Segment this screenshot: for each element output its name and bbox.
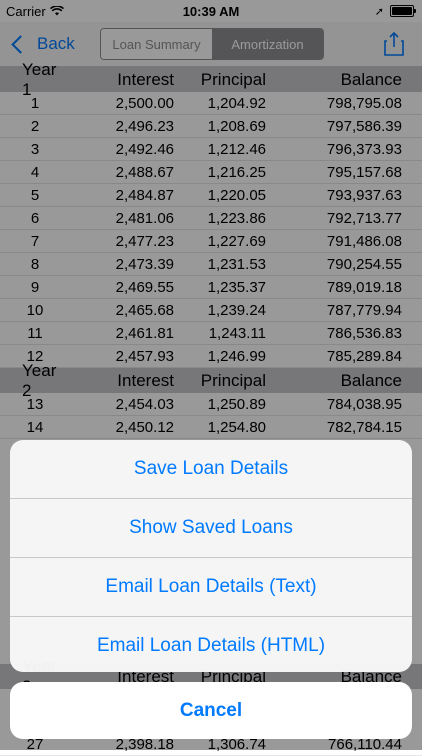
email-loan-html-button[interactable]: Email Loan Details (HTML) — [10, 617, 412, 672]
show-saved-loans-button[interactable]: Show Saved Loans — [10, 499, 412, 558]
email-loan-text-button[interactable]: Email Loan Details (Text) — [10, 558, 412, 617]
save-loan-details-button[interactable]: Save Loan Details — [10, 440, 412, 499]
cancel-button[interactable]: Cancel — [10, 682, 412, 739]
action-sheet: Save Loan Details Show Saved Loans Email… — [10, 440, 412, 672]
